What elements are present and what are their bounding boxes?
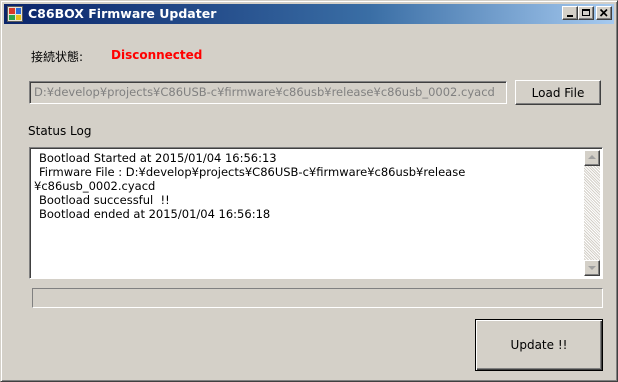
title-bar[interactable]: C86BOX Firmware Updater [4, 4, 614, 24]
arrow-down-icon [588, 266, 596, 270]
log-line: Bootload Started at 2015/01/04 16:56:13 [39, 151, 277, 165]
window-title: C86BOX Firmware Updater [28, 6, 217, 21]
log-scrollbar[interactable] [584, 150, 600, 276]
maximize-button[interactable] [578, 6, 594, 20]
connection-status-label: 接続状態: [31, 50, 84, 64]
log-line: Firmware File : D:¥develop¥projects¥C86U… [39, 165, 466, 179]
updater-window: C86BOX Firmware Updater 接続状態: Disconnect… [0, 0, 618, 382]
minimize-button[interactable] [562, 6, 578, 20]
log-line: ¥c86usb_0002.cyacd [34, 179, 156, 193]
status-log-textbox[interactable]: Bootload Started at 2015/01/04 16:56:13 … [29, 147, 603, 279]
update-progress-bar [32, 288, 603, 308]
minimize-icon [567, 15, 573, 17]
close-button[interactable] [596, 6, 612, 20]
status-log-label: Status Log [28, 124, 92, 138]
scroll-up-button[interactable] [584, 150, 600, 166]
log-line: Bootload ended at 2015/01/04 16:56:18 [39, 207, 271, 221]
connection-status-value: Disconnected [111, 48, 203, 62]
update-button[interactable]: Update !! [475, 319, 603, 371]
load-file-button[interactable]: Load File [515, 80, 601, 105]
scroll-down-button[interactable] [584, 260, 600, 276]
close-icon [599, 8, 608, 17]
status-log-content: Bootload Started at 2015/01/04 16:56:13 … [34, 151, 582, 221]
firmware-path-field[interactable]: D:¥develop¥projects¥C86USB-c¥firmware¥c8… [29, 81, 507, 104]
log-line: Bootload successful !! [39, 193, 170, 207]
arrow-up-icon [588, 155, 596, 159]
maximize-icon [582, 9, 590, 16]
app-icon [7, 6, 23, 22]
